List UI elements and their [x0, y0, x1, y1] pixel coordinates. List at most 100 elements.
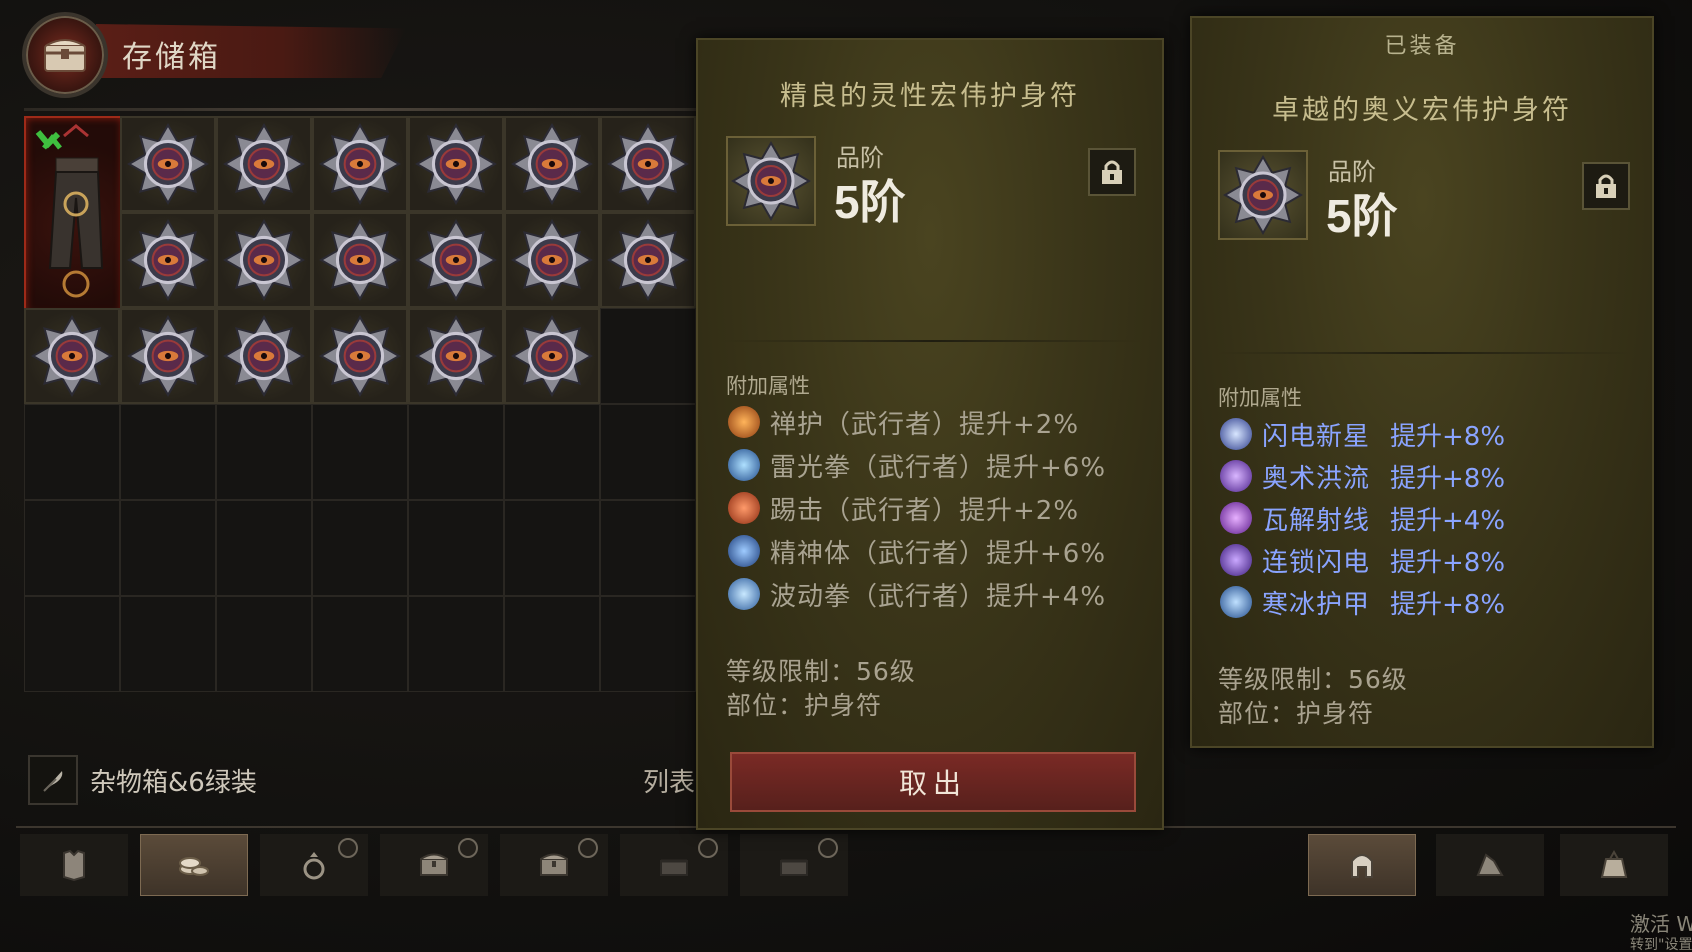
equipment-tab[interactable]: [1308, 834, 1416, 896]
feather-icon: [43, 771, 63, 792]
stash-slot-amulet[interactable]: [312, 308, 408, 404]
stash-slot-empty[interactable]: [408, 500, 504, 596]
affix-value: 提升+8%: [1390, 547, 1506, 578]
stash-slot-amulet[interactable]: [216, 116, 312, 212]
item-slot: 部位：护身符: [1218, 699, 1375, 728]
stash-slot-amulet[interactable]: [120, 308, 216, 404]
stash-slot-empty[interactable]: [312, 404, 408, 500]
stash-tab-chest-3-locked[interactable]: [620, 834, 728, 896]
stash-slot-empty[interactable]: [312, 500, 408, 596]
armor-icon: [63, 849, 85, 882]
stash-slot-empty[interactable]: [216, 596, 312, 692]
stash-slot-amulet[interactable]: [408, 212, 504, 308]
lock-badge-icon: [578, 838, 598, 858]
lock-item-button[interactable]: [1582, 162, 1630, 210]
affix-row: 寒冰护甲 提升+8%: [1220, 582, 1505, 622]
stash-slot-amulet[interactable]: [24, 308, 120, 404]
amulet-icon: [319, 315, 401, 397]
stash-slot-amulet[interactable]: [120, 116, 216, 212]
affix-value: 提升+8%: [1390, 421, 1506, 452]
amulet-icon: [31, 315, 113, 397]
materials-tab[interactable]: [1436, 834, 1544, 896]
amulet-icon: [223, 123, 305, 205]
stash-header: 存储箱: [14, 6, 414, 98]
list-label[interactable]: 列表: [643, 762, 695, 799]
chest-locked-icon: [660, 859, 688, 876]
stash-slot-empty[interactable]: [504, 596, 600, 692]
stash-slot-empty[interactable]: [408, 404, 504, 500]
affix-header: 附加属性: [1218, 386, 1302, 410]
stash-slot-empty[interactable]: [600, 404, 696, 500]
helmet-icon: [1351, 854, 1373, 878]
affix-row: 连锁闪电 提升+8%: [1220, 540, 1505, 580]
bag-tab[interactable]: [1560, 834, 1668, 896]
stash-slot-empty[interactable]: [504, 500, 600, 596]
stash-slot-amulet[interactable]: [120, 212, 216, 308]
take-out-button[interactable]: 取出: [730, 752, 1136, 812]
stash-tab-chest-4-locked[interactable]: [740, 834, 848, 896]
affix-value: 提升+8%: [1390, 463, 1506, 494]
item-name: 卓越的奥义宏伟护身符: [1272, 95, 1572, 126]
stash-slot-amulet[interactable]: [408, 116, 504, 212]
affix-name: 连锁闪电: [1262, 547, 1371, 578]
stash-slot-empty[interactable]: [504, 404, 600, 500]
stash-slot-empty[interactable]: [120, 500, 216, 596]
amulet-icon: [415, 315, 497, 397]
stash-slot-amulet[interactable]: [504, 212, 600, 308]
amulet-icon: [607, 123, 689, 205]
stash-slot-amulet[interactable]: [216, 212, 312, 308]
affix-header: 附加属性: [726, 374, 810, 398]
stash-tab-ring[interactable]: [260, 834, 368, 896]
stash-slot-amulet[interactable]: [312, 116, 408, 212]
lock-badge-icon: [458, 838, 478, 858]
amulet-icon: [511, 123, 593, 205]
amulet-icon: [127, 315, 209, 397]
coin-stack-icon: [179, 857, 209, 876]
affix-row: 瓦解射线 提升+4%: [1220, 498, 1505, 538]
stash-slot-empty[interactable]: [120, 596, 216, 692]
amulet-icon: [127, 219, 209, 301]
tier-value: 5阶: [1326, 190, 1398, 242]
stash-slot-amulet[interactable]: [504, 116, 600, 212]
disintegrate-icon: [1220, 502, 1252, 534]
stash-tab-coins[interactable]: [140, 834, 248, 896]
stash-tab-chest-1[interactable]: [380, 834, 488, 896]
stash-tab-chest-2[interactable]: [500, 834, 608, 896]
affix-text: 踢击（武行者）提升+2%: [770, 495, 1080, 526]
stash-slot-empty[interactable]: [216, 404, 312, 500]
stash-slot-empty[interactable]: [600, 308, 696, 404]
item-icon-box: [726, 136, 816, 226]
stash-slot-empty[interactable]: [600, 596, 696, 692]
stash-slot-amulet[interactable]: [408, 308, 504, 404]
spirit-body-icon: [728, 535, 760, 567]
affix-row: 禅护（武行者）提升+2%: [728, 402, 1079, 442]
amulet-icon: [223, 219, 305, 301]
lightning-fist-icon: [728, 449, 760, 481]
affix-row: 精神体（武行者）提升+6%: [728, 531, 1106, 571]
wave-fist-icon: [728, 578, 760, 610]
chest-locked-icon: [780, 859, 808, 876]
lock-item-button[interactable]: [1088, 148, 1136, 196]
stash-slot-amulet[interactable]: [600, 116, 696, 212]
selected-item-tooltip: 精良的灵性宏伟护身符 品阶 5阶 附加属性 禅护（武行者）提升+2% 雷光拳（武…: [696, 38, 1164, 830]
stash-slot-amulet[interactable]: [216, 308, 312, 404]
stash-slot-empty[interactable]: [120, 404, 216, 500]
stash-slot-amulet[interactable]: [600, 212, 696, 308]
stash-slot-empty[interactable]: [24, 404, 120, 500]
chest-icon: [540, 853, 568, 876]
stash-slot-empty[interactable]: [408, 596, 504, 692]
stash-slot-amulet[interactable]: [504, 308, 600, 404]
stash-slot-empty[interactable]: [24, 500, 120, 596]
stash-slot-amulet[interactable]: [312, 212, 408, 308]
stash-slot-empty[interactable]: [24, 596, 120, 692]
chest-emblem-icon: [22, 12, 108, 98]
stash-slot-empty[interactable]: [312, 596, 408, 692]
tab-rename-button[interactable]: [28, 755, 78, 805]
stash-tab-armor[interactable]: [20, 834, 128, 896]
amulet-icon: [731, 141, 811, 221]
affix-value: 提升+4%: [1390, 505, 1506, 536]
stash-slot-empty[interactable]: [600, 500, 696, 596]
lock-badge-icon: [698, 838, 718, 858]
legendary-pants-slot[interactable]: [24, 116, 124, 316]
stash-slot-empty[interactable]: [216, 500, 312, 596]
